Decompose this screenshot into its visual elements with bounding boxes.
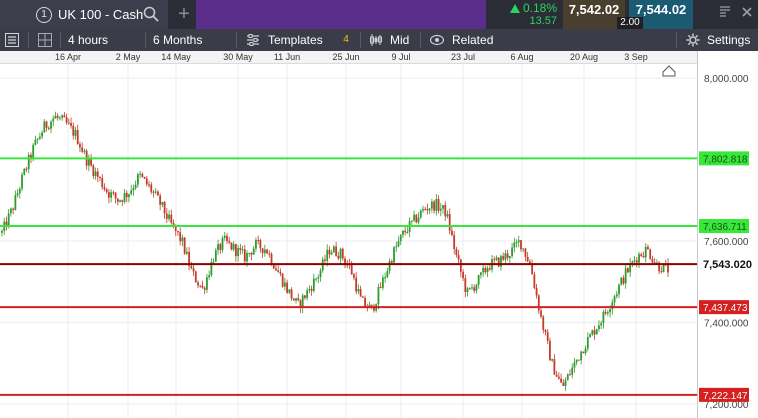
eye-icon: [430, 34, 444, 46]
settings-button[interactable]: Settings: [707, 29, 750, 51]
search-icon[interactable]: [142, 5, 160, 23]
instrument-tab[interactable]: 1 UK 100 - Cash: [0, 0, 168, 29]
menu-icon[interactable]: [5, 33, 19, 47]
add-tab-icon[interactable]: +: [173, 3, 195, 25]
templates-button[interactable]: Templates: [268, 29, 323, 51]
instrument-header-space: [196, 0, 486, 29]
templates-icon: [247, 34, 259, 46]
toolbar-divider: [28, 32, 29, 48]
price-level-label: 7,222.147: [703, 391, 748, 402]
templates-count-badge: 4: [343, 34, 349, 45]
instrument-number-badge: 1: [36, 6, 52, 23]
candlestick-icon: [370, 34, 382, 46]
gear-icon: [686, 33, 700, 47]
layout-grid-icon[interactable]: [38, 33, 52, 47]
range-select[interactable]: 6 Months: [153, 29, 202, 51]
detach-window-icon[interactable]: [716, 5, 734, 23]
toolbar-divider: [60, 32, 61, 48]
price-level-label: 7,802.818: [703, 154, 748, 165]
price-level-label: 7,437.473: [703, 303, 748, 314]
price-change: 0.18% 13.57: [488, 0, 560, 29]
chart-toolbar: 4 hours 6 Months Templates 4 Mid Related…: [0, 29, 758, 51]
price-level-label: 7,636.711: [703, 222, 747, 233]
change-percent: 0.18%: [522, 1, 557, 15]
close-icon[interactable]: [738, 5, 756, 23]
price-level-label: 7,543.020: [703, 259, 752, 271]
toolbar-divider: [145, 32, 146, 48]
price-tick-label: 8,000.000: [704, 74, 749, 85]
toolbar-divider: [360, 32, 361, 48]
toolbar-divider: [420, 32, 421, 48]
toolbar-divider: [236, 32, 237, 48]
price-chart[interactable]: 16 Apr 2 May 14 May 30 May 11 Jun 25 Jun 9 Jul…: [0, 51, 758, 418]
interval-select[interactable]: 4 hours: [68, 29, 108, 51]
top-bar: 1 UK 100 - Cash + 0.18% 13.57 7,542.02 7…: [0, 0, 758, 29]
toolbar-divider: [676, 32, 677, 48]
up-arrow-icon: [510, 4, 520, 13]
price-axis-labels: 8,000.0007,600.0007,400.0007,200.0007,80…: [699, 74, 752, 411]
price-type-select[interactable]: Mid: [390, 29, 409, 51]
spread-value: 2.00: [617, 17, 643, 29]
sell-price-button[interactable]: 7,542.02: [563, 0, 625, 29]
instrument-name: UK 100 - Cash: [58, 7, 144, 22]
price-tick-label: 7,400.000: [704, 318, 749, 329]
change-absolute: 13.57: [529, 15, 557, 27]
price-tick-label: 7,600.000: [704, 237, 749, 248]
related-button[interactable]: Related: [452, 29, 493, 51]
